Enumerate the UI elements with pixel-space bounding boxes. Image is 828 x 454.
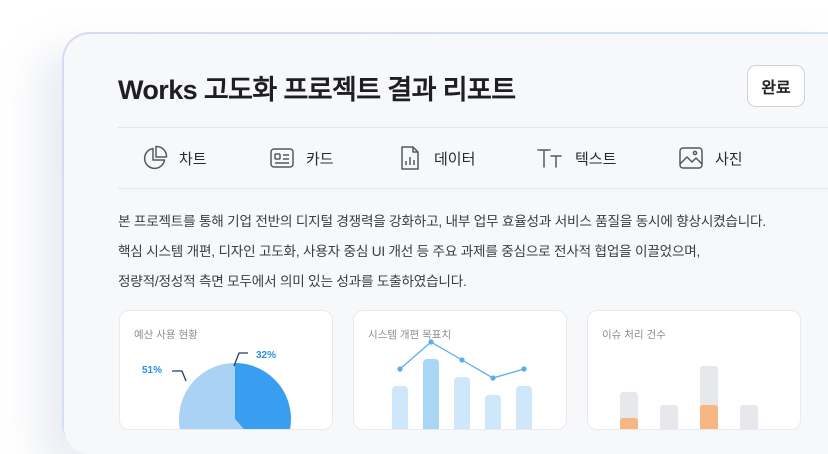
budget-pie-chart: 51% 32% [142, 350, 291, 429]
system-target-card[interactable]: 시스템 개편 목표치 [353, 310, 567, 430]
summary-line: 본 프로젝트를 통해 기업 전반의 디지털 경쟁력을 강화하고, 내부 업무 효… [118, 214, 766, 229]
pie-leader-line-1 [172, 370, 187, 382]
pie-label-2: 32% [256, 350, 276, 361]
summary-line: 정량적/정성적 측면 모두에서 의미 있는 성과를 도출하였습니다. [118, 274, 467, 289]
target-point-2 [428, 339, 434, 345]
target-bar-5 [516, 386, 532, 429]
pie-label-1: 51% [142, 365, 162, 376]
toolbar-item-data[interactable]: 데이터 [397, 145, 475, 171]
page-title: Works 고도화 프로젝트 결과 리포트 [118, 75, 516, 105]
issue-bar-4 [740, 405, 758, 429]
target-bar-1 [392, 386, 408, 429]
text-icon [536, 145, 564, 171]
summary-line: 핵심 시스템 개편, 디자인 고도화, 사용자 중심 UI 개선 등 주요 과제… [118, 244, 701, 259]
data-file-icon [397, 145, 423, 171]
issue-bar-2 [660, 405, 678, 429]
target-point-4 [490, 375, 496, 381]
target-point-5 [521, 366, 527, 372]
divider-top [118, 127, 828, 128]
target-bar-2 [423, 359, 439, 429]
toolbar-item-image[interactable]: 사진 [678, 145, 743, 171]
target-bar-4 [485, 395, 501, 429]
image-icon [678, 145, 704, 171]
system-target-chart [392, 339, 532, 429]
toolbar-item-label: 카드 [306, 150, 334, 168]
toolbar-item-label: 사진 [715, 150, 743, 168]
toolbar-item-chart[interactable]: 차트 [142, 145, 207, 171]
toolbar-item-label: 데이터 [434, 150, 476, 168]
divider-bottom [118, 188, 828, 189]
toolbar-item-label: 텍스트 [575, 150, 617, 168]
issue-bar-highlight-1 [620, 418, 638, 429]
pie-slice-2 [235, 363, 291, 429]
toolbar-item-label: 차트 [179, 150, 207, 168]
target-point-1 [397, 366, 403, 372]
report-summary: 본 프로젝트를 통해 기업 전반의 디지털 경쟁력을 강화하고, 내부 업무 효… [118, 207, 818, 297]
done-button[interactable]: 완료 [747, 65, 805, 107]
issue-count-card[interactable]: 이슈 처리 건수 [587, 310, 801, 430]
pie-chart-icon [142, 145, 168, 171]
target-bar-3 [454, 377, 470, 429]
budget-card[interactable]: 예산 사용 현황 51% 32% [119, 310, 333, 430]
target-point-3 [459, 357, 465, 363]
id-card-icon [269, 145, 295, 171]
issue-count-chart [620, 366, 758, 429]
toolbar-item-card[interactable]: 카드 [269, 145, 334, 171]
toolbar-item-text[interactable]: 텍스트 [536, 145, 616, 171]
issue-bar-highlight-3 [700, 405, 718, 429]
